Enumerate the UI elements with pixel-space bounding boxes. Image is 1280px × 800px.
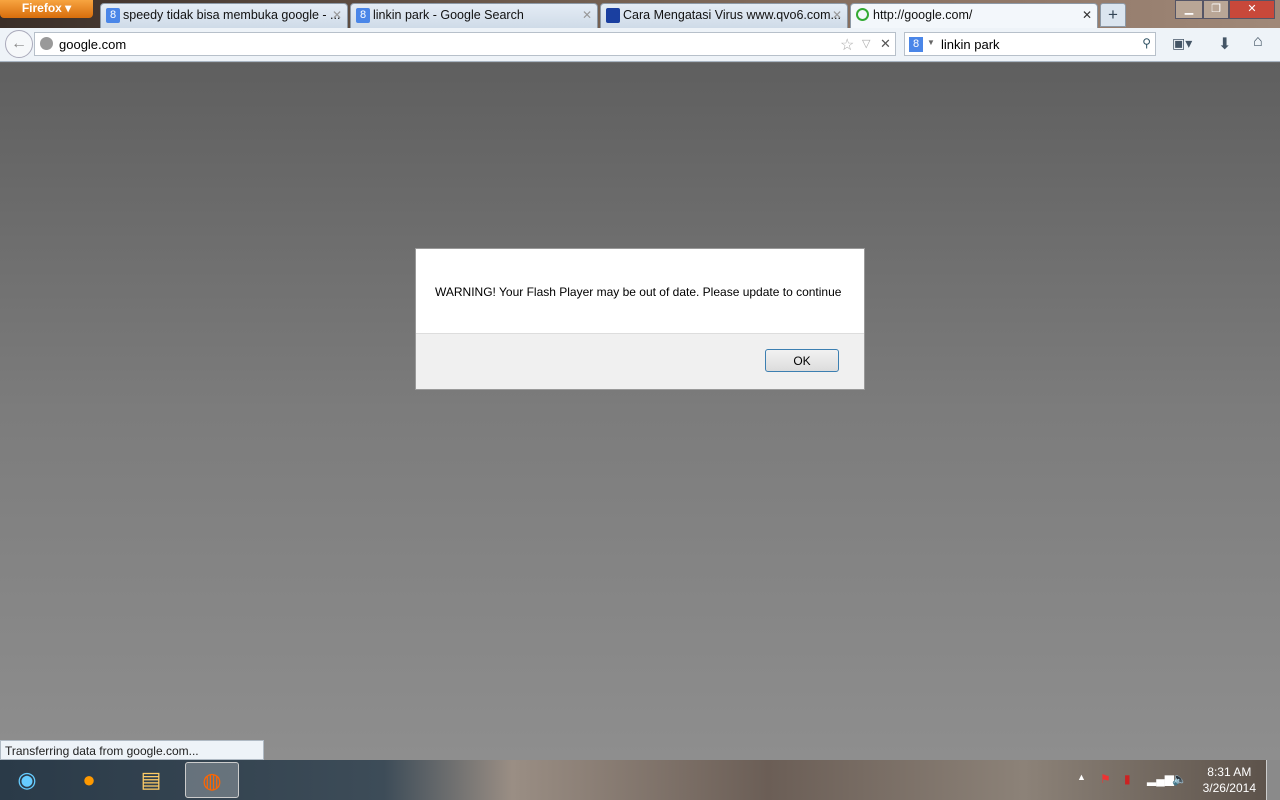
tab-title: Cara Mengatasi Virus www.qvo6.com... [623, 8, 841, 22]
loading-icon [856, 8, 869, 21]
network-icon[interactable]: ▂▄▆ [1147, 772, 1174, 786]
home-icon[interactable]: ⌂ [1253, 33, 1263, 51]
tab-title: http://google.com/ [873, 8, 973, 22]
tab-google[interactable]: http://google.com/ ✕ [850, 3, 1098, 28]
tab-speedy[interactable]: 8 speedy tidak bisa membuka google - ... ✕ [100, 3, 348, 28]
file-explorer-icon[interactable]: ▤ [124, 762, 178, 798]
google-icon: 8 [909, 37, 923, 52]
google-icon: 8 [106, 8, 120, 23]
action-center-icon[interactable]: ⚑ [1100, 772, 1111, 786]
alert-dialog: WARNING! Your Flash Player may be out of… [415, 248, 865, 390]
close-tab-icon[interactable]: ✕ [1082, 4, 1092, 26]
stop-icon[interactable]: ✕ [880, 36, 891, 52]
taskbar: ◉ ● ▤ ◍ ▲ ⚑ ▮ ▂▄▆ 🔈 8:31 AM 3/26/2014 [0, 760, 1280, 800]
tab-title: linkin park - Google Search [373, 8, 524, 22]
chevron-down-icon[interactable]: ▼ [927, 38, 935, 47]
site-icon [606, 8, 620, 23]
minimize-button[interactable]: ▁ [1175, 0, 1203, 19]
search-bar[interactable]: 8 ▼ linkin park ⚲ [904, 32, 1156, 56]
show-desktop-button[interactable] [1266, 760, 1280, 800]
back-button[interactable]: ← [5, 30, 33, 58]
navigation-bar: ← google.com ☆ ▽ ✕ 8 ▼ linkin park ⚲ ▣▾ ⬇ ⌂ [0, 28, 1280, 62]
google-icon: 8 [356, 8, 370, 23]
restore-button[interactable]: ❐ [1203, 0, 1229, 19]
close-tab-icon[interactable]: ✕ [582, 4, 592, 26]
search-icon[interactable]: ⚲ [1142, 36, 1151, 50]
start-button[interactable]: ◉ [0, 762, 54, 798]
app-icon[interactable]: ● [62, 762, 116, 798]
close-tab-icon[interactable]: ✕ [832, 4, 842, 26]
clock[interactable]: 8:31 AM 3/26/2014 [1203, 764, 1256, 796]
url-bar[interactable]: google.com ☆ ▽ ✕ [34, 32, 896, 56]
bookmarks-icon[interactable]: ▣▾ [1172, 35, 1192, 52]
download-icon[interactable]: ⬇ [1218, 34, 1231, 54]
page-content: WARNING! Your Flash Player may be out of… [0, 63, 1280, 760]
close-tab-icon[interactable]: ✕ [332, 4, 342, 26]
title-bar: Firefox ▾ 8 speedy tidak bisa membuka goo… [0, 0, 1280, 28]
firefox-menu-button[interactable]: Firefox ▾ [0, 0, 93, 18]
dialog-message: WARNING! Your Flash Player may be out of… [416, 249, 864, 334]
power-icon[interactable]: ▮ [1124, 772, 1131, 786]
globe-icon [40, 37, 53, 50]
volume-icon[interactable]: 🔈 [1172, 772, 1187, 786]
ok-button[interactable]: OK [765, 349, 839, 372]
tab-linkin-park[interactable]: 8 linkin park - Google Search ✕ [350, 3, 598, 28]
close-window-button[interactable]: ✕ [1229, 0, 1275, 19]
new-tab-button[interactable]: + [1100, 3, 1126, 27]
firefox-taskbar-icon[interactable]: ◍ [185, 762, 239, 798]
tab-title: speedy tidak bisa membuka google - ... [123, 8, 341, 22]
status-bar: Transferring data from google.com... [0, 740, 264, 760]
show-hidden-icons[interactable]: ▲ [1077, 772, 1086, 782]
tab-cara-mengatasi[interactable]: Cara Mengatasi Virus www.qvo6.com... ✕ [600, 3, 848, 28]
bookmark-star-icon[interactable]: ☆ [840, 35, 854, 55]
history-dropdown-icon[interactable]: ▽ [862, 37, 870, 50]
